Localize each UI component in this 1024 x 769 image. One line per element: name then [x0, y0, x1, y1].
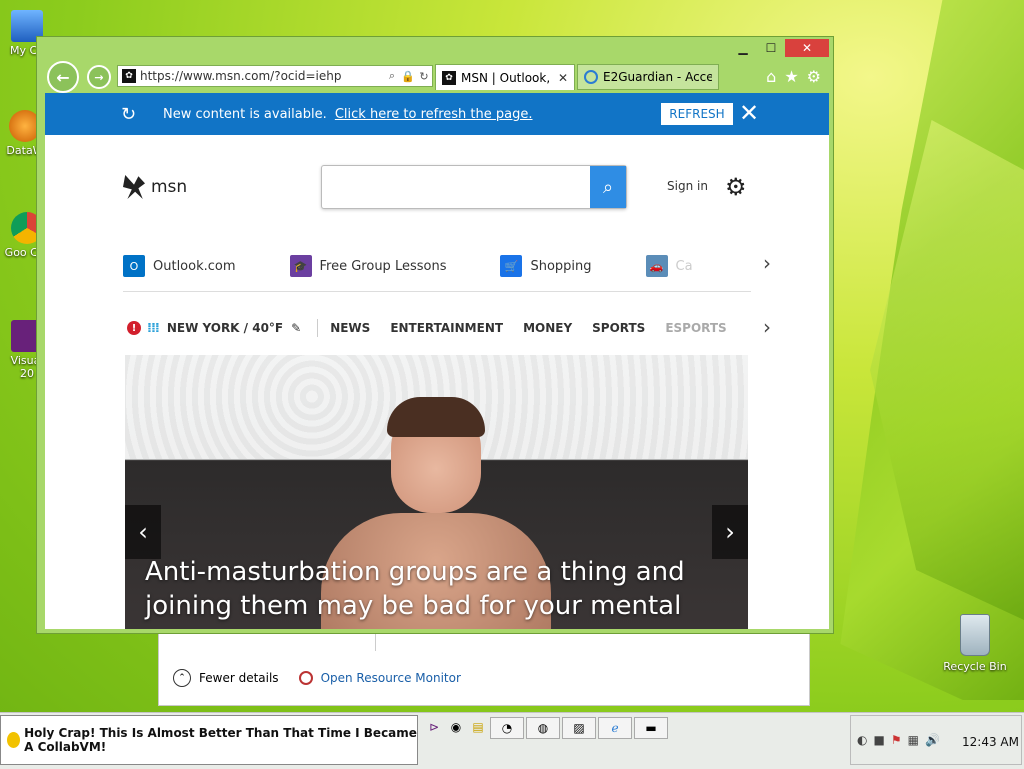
tray-stop-icon[interactable]: ■: [873, 733, 884, 747]
fewer-details-link[interactable]: Fewer details: [199, 671, 279, 685]
search-icon: ⌕: [602, 176, 614, 198]
refresh-icon[interactable]: ↻: [416, 70, 432, 83]
refresh-arrow-icon: ↻: [121, 103, 137, 125]
edit-pencil-icon[interactable]: ✎: [291, 321, 301, 335]
weather-location[interactable]: NEW YORK / 40°F: [167, 321, 283, 335]
msn-tab-favicon: ✿: [442, 70, 456, 85]
butterfly-icon: [123, 175, 145, 199]
close-window-button[interactable]: ✕: [785, 39, 829, 57]
column-divider: [375, 631, 376, 651]
minimize-button[interactable]: ▁: [729, 39, 757, 57]
browser-window: ▁ ☐ ✕ ← → ✿ https://www.msn.com/?ocid=ie…: [36, 36, 834, 634]
open-resource-monitor-link[interactable]: Open Resource Monitor: [321, 671, 461, 685]
nav-next-icon[interactable]: ›: [763, 315, 771, 339]
file-explorer-taskbar-icon[interactable]: ▤: [468, 717, 488, 737]
hero-headline[interactable]: Anti-masturbation groups are a thing and…: [145, 555, 725, 623]
maximize-button[interactable]: ☐: [757, 39, 785, 57]
quick-links: O Outlook.com 🎓 Free Group Lessons 🛒 Sho…: [123, 251, 783, 281]
task-manager-footer: ⌃ Fewer details Open Resource Monitor: [173, 669, 461, 687]
search-input[interactable]: [330, 172, 592, 204]
search-box: ⌕: [321, 165, 627, 209]
quick-link-free-group-lessons[interactable]: 🎓 Free Group Lessons: [289, 255, 446, 277]
infobar-refresh-link[interactable]: Click here to refresh the page.: [335, 107, 533, 122]
favorites-star-icon[interactable]: ★: [784, 67, 798, 86]
recycle-bin-icon: [960, 614, 990, 656]
weather-alert-icon[interactable]: !: [127, 321, 141, 335]
notification-bar: ↻ New content is available. Click here t…: [45, 93, 829, 135]
quick-links-next-icon[interactable]: ›: [763, 251, 771, 275]
quick-link-outlook[interactable]: O Outlook.com: [123, 255, 236, 277]
nav-divider: [317, 319, 319, 337]
smiley-icon: [7, 732, 21, 748]
close-infobar-icon[interactable]: ✕: [739, 99, 759, 127]
search-button[interactable]: ⌕: [590, 166, 626, 208]
taskbar: Holy Crap! This Is Almost Better Than Th…: [0, 712, 1024, 769]
refresh-button[interactable]: REFRESH: [661, 103, 733, 125]
car-icon: 🚗: [645, 255, 668, 277]
tray-flag-icon[interactable]: ⚑: [891, 733, 902, 747]
taskbar-window-1[interactable]: ◔: [490, 717, 524, 739]
infobar-message: New content is available.: [163, 106, 327, 122]
taskbar-apps: ⊳ ◉ ▤ ◔ ◍ ▨ ℯ ▬: [424, 717, 668, 739]
network-icon[interactable]: ▦: [908, 733, 919, 747]
address-url: https://www.msn.com/?ocid=iehp: [140, 69, 342, 83]
quick-link-cars[interactable]: 🚗 Ca: [645, 255, 693, 277]
hero-carousel[interactable]: ‹ › Anti-masturbation groups are a thing…: [125, 355, 748, 629]
nav-money[interactable]: MONEY: [523, 321, 572, 335]
graduation-cap-icon: 🎓: [289, 255, 312, 277]
back-button[interactable]: ←: [47, 61, 79, 93]
desktop-icon-recycle-bin[interactable]: Recycle Bin: [940, 614, 1010, 673]
shopping-cart-icon: 🛒: [500, 255, 523, 277]
quick-link-shopping[interactable]: 🛒 Shopping: [500, 255, 592, 277]
nav-news[interactable]: NEWS: [330, 321, 370, 335]
settings-gear-icon[interactable]: ⚙: [725, 173, 747, 201]
cmd-taskbar-icon[interactable]: ▬: [634, 717, 668, 739]
rain-icon: ⁞⁞⁞: [147, 320, 160, 336]
nav-bar: ! ⁞⁞⁞ NEW YORK / 40°F ✎ NEWS ENTERTAINME…: [127, 319, 727, 337]
nav-entertainment[interactable]: ENTERTAINMENT: [390, 321, 503, 335]
carousel-prev-button[interactable]: ‹: [125, 505, 161, 559]
volume-icon[interactable]: 🔊: [925, 733, 940, 747]
msn-favicon: ✿: [122, 69, 136, 83]
clock[interactable]: 12:43 AM: [962, 735, 1019, 749]
nav-sports[interactable]: SPORTS: [592, 321, 645, 335]
forward-button[interactable]: →: [87, 65, 111, 89]
resource-monitor-icon: [298, 671, 313, 685]
ie-tab-favicon: [584, 70, 598, 84]
task-manager-window: ⌃ Fewer details Open Resource Monitor: [158, 630, 810, 706]
tab-e2guardian[interactable]: E2Guardian - Acces...: [577, 64, 719, 90]
close-tab-icon[interactable]: ✕: [558, 71, 568, 85]
logo-text: msn: [151, 177, 188, 197]
visual-studio-taskbar-icon[interactable]: ⊳: [424, 717, 444, 737]
carousel-next-button[interactable]: ›: [712, 505, 748, 559]
outlook-icon: O: [123, 255, 145, 277]
tools-gear-icon[interactable]: ⚙: [807, 67, 821, 86]
chevron-up-icon[interactable]: ⌃: [173, 669, 191, 687]
tab-label: E2Guardian - Acces...: [603, 70, 712, 84]
chrome-taskbar-icon[interactable]: ◉: [446, 717, 466, 737]
tab-msn[interactable]: ✿ MSN | Outlook, ... ✕: [435, 64, 575, 90]
collabvm-notification[interactable]: Holy Crap! This Is Almost Better Than Th…: [0, 715, 418, 765]
window-controls: ▁ ☐ ✕: [729, 39, 829, 57]
separator: [123, 291, 751, 292]
lock-icon[interactable]: 🔒: [400, 70, 416, 83]
sign-in-link[interactable]: Sign in: [667, 179, 708, 193]
taskbar-window-2[interactable]: ◍: [526, 717, 560, 739]
home-icon[interactable]: ⌂: [766, 67, 776, 86]
msn-logo[interactable]: msn: [123, 175, 187, 199]
page-content: ↻ New content is available. Click here t…: [45, 93, 829, 629]
search-dropdown-icon[interactable]: ⌕: [384, 69, 400, 83]
taskbar-window-3[interactable]: ▨: [562, 717, 596, 739]
ie-taskbar-icon[interactable]: ℯ: [598, 717, 632, 739]
nav-esports[interactable]: ESPORTS: [665, 321, 726, 335]
tab-label: MSN | Outlook, ...: [461, 70, 554, 85]
address-bar[interactable]: ✿ https://www.msn.com/?ocid=iehp ⌕ 🔒 ↻: [117, 65, 433, 87]
tray-app-icon[interactable]: ◐: [857, 733, 867, 747]
browser-toolbar-right: ⌂ ★ ⚙: [766, 67, 821, 86]
